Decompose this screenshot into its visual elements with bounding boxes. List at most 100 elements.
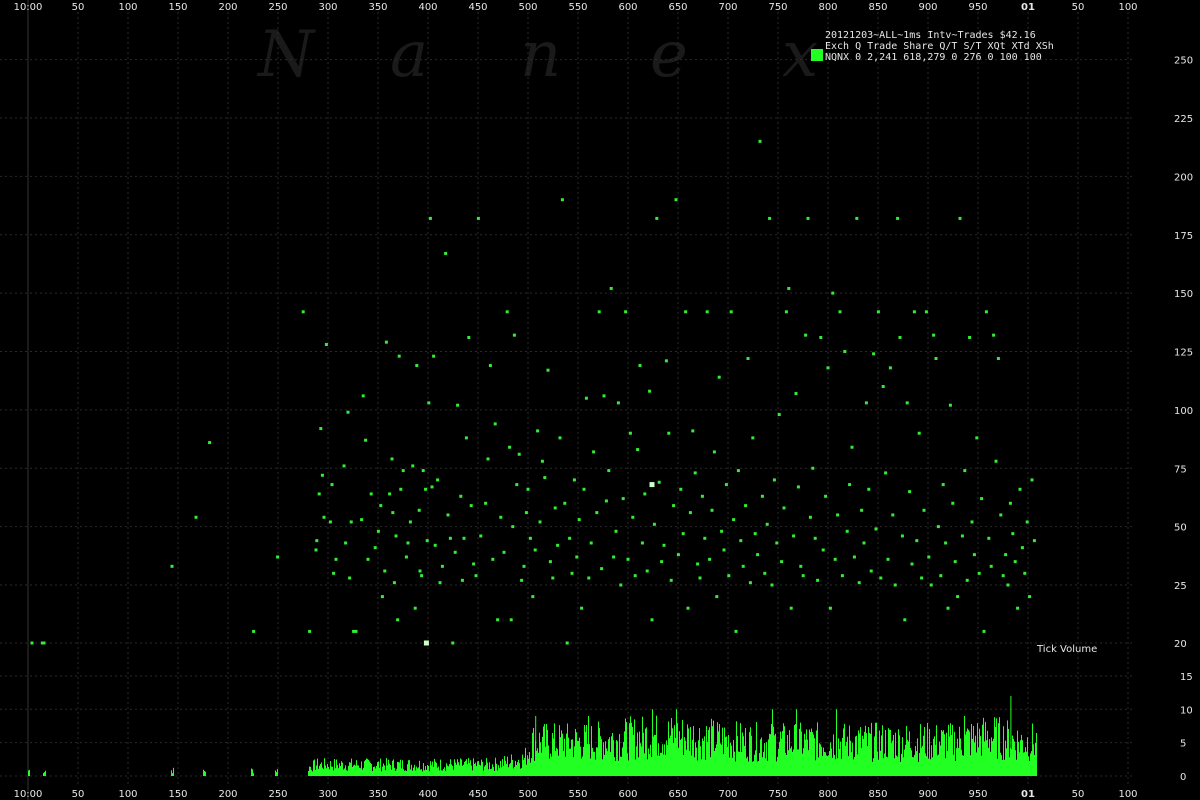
volume-bar: [985, 721, 986, 776]
chart-background: [0, 0, 1200, 800]
volume-bar: [443, 768, 444, 776]
trade-point: [397, 354, 401, 358]
volume-bar: [583, 746, 584, 776]
trade-point: [799, 564, 803, 568]
volume-bar: [330, 761, 331, 776]
trade-point: [992, 333, 996, 337]
trade-point: [720, 529, 724, 533]
trade-point: [404, 555, 408, 559]
trade-point: [994, 459, 998, 463]
volume-bar: [992, 741, 993, 776]
volume-bar: [362, 769, 363, 776]
volume-bar: [594, 751, 595, 776]
volume-bar: [442, 770, 443, 776]
volume-bar: [573, 757, 574, 776]
volume-bar: [846, 741, 847, 776]
volume-bar: [385, 770, 386, 776]
trade-point: [984, 310, 988, 314]
volume-bar: [754, 754, 755, 776]
volume-bar: [894, 758, 895, 776]
volume-bar: [1009, 757, 1010, 776]
volume-bar: [329, 769, 330, 776]
volume-bar: [349, 762, 350, 776]
volume-bar: [833, 734, 834, 776]
x-tick-label: 800: [818, 2, 837, 13]
trade-point: [958, 216, 962, 220]
trade-point: [528, 536, 532, 540]
volume-bar: [651, 757, 652, 776]
volume-bar: [1033, 744, 1034, 776]
trade-point: [684, 310, 688, 314]
volume-bar: [742, 732, 743, 776]
trade-point: [826, 366, 830, 370]
trade-point: [526, 487, 530, 491]
trade-point: [332, 571, 336, 575]
trade-point: [801, 574, 805, 578]
trade-point: [794, 392, 798, 396]
volume-bar: [641, 746, 642, 776]
volume-bar: [1001, 755, 1002, 776]
volume-bar: [501, 767, 502, 776]
volume-bar: [777, 756, 778, 776]
volume-bar: [925, 753, 926, 776]
volume-bar: [795, 723, 796, 776]
volume-bar: [731, 745, 732, 776]
volume-bar: [893, 734, 894, 776]
volume-bar: [400, 759, 401, 776]
volume-bar: [782, 731, 783, 776]
volume-bar: [1002, 760, 1003, 776]
trade-point: [838, 310, 842, 314]
trade-point: [700, 494, 704, 498]
trade-point: [686, 606, 690, 610]
volume-bar: [592, 747, 593, 776]
volume-bar: [830, 742, 831, 776]
volume-bar: [611, 736, 612, 776]
volume-bar: [411, 764, 412, 776]
volume-bar: [365, 759, 366, 776]
volume-bar: [488, 769, 489, 776]
trade-point: [744, 504, 748, 508]
volume-bar: [331, 766, 332, 776]
volume-bar: [654, 734, 655, 776]
volume-bar: [381, 771, 382, 776]
trade-point: [538, 520, 542, 524]
volume-bar: [915, 746, 916, 776]
volume-bar: [947, 750, 948, 776]
volume-bar: [494, 770, 495, 776]
volume-bar: [546, 724, 547, 776]
volume-bar: [370, 762, 371, 776]
trade-point: [619, 583, 623, 587]
volume-bar: [481, 759, 482, 776]
trade-point: [543, 476, 547, 480]
volume-bar: [309, 766, 310, 776]
x-tick-label: 500: [518, 2, 537, 13]
trade-point: [808, 515, 812, 519]
x-tick-label: 600: [618, 789, 637, 800]
volume-bar: [937, 755, 938, 776]
trade-point: [643, 492, 647, 496]
volume-bar: [579, 737, 580, 776]
trade-point: [679, 487, 683, 491]
volume-bar: [205, 771, 206, 776]
volume-bar: [692, 739, 693, 776]
trade-point: [881, 385, 885, 389]
trade-point: [941, 483, 945, 487]
trade-point: [408, 520, 412, 524]
volume-bar: [345, 765, 346, 776]
x-tick-label: 450: [468, 2, 487, 13]
x-tick-label: 450: [468, 789, 487, 800]
volume-bar: [733, 739, 734, 776]
volume-bar: [878, 759, 879, 776]
trade-point: [391, 511, 395, 515]
volume-bar: [852, 742, 853, 776]
trade-point: [792, 534, 796, 538]
volume-bar: [739, 751, 740, 776]
volume-bar: [409, 760, 410, 776]
volume-bar: [994, 717, 995, 776]
trade-point: [874, 527, 878, 531]
volume-bar: [685, 740, 686, 776]
volume-bar: [670, 735, 671, 776]
y-tick-label: 250: [1174, 56, 1193, 67]
volume-bar: [883, 758, 884, 776]
x-tick-label: 700: [718, 2, 737, 13]
